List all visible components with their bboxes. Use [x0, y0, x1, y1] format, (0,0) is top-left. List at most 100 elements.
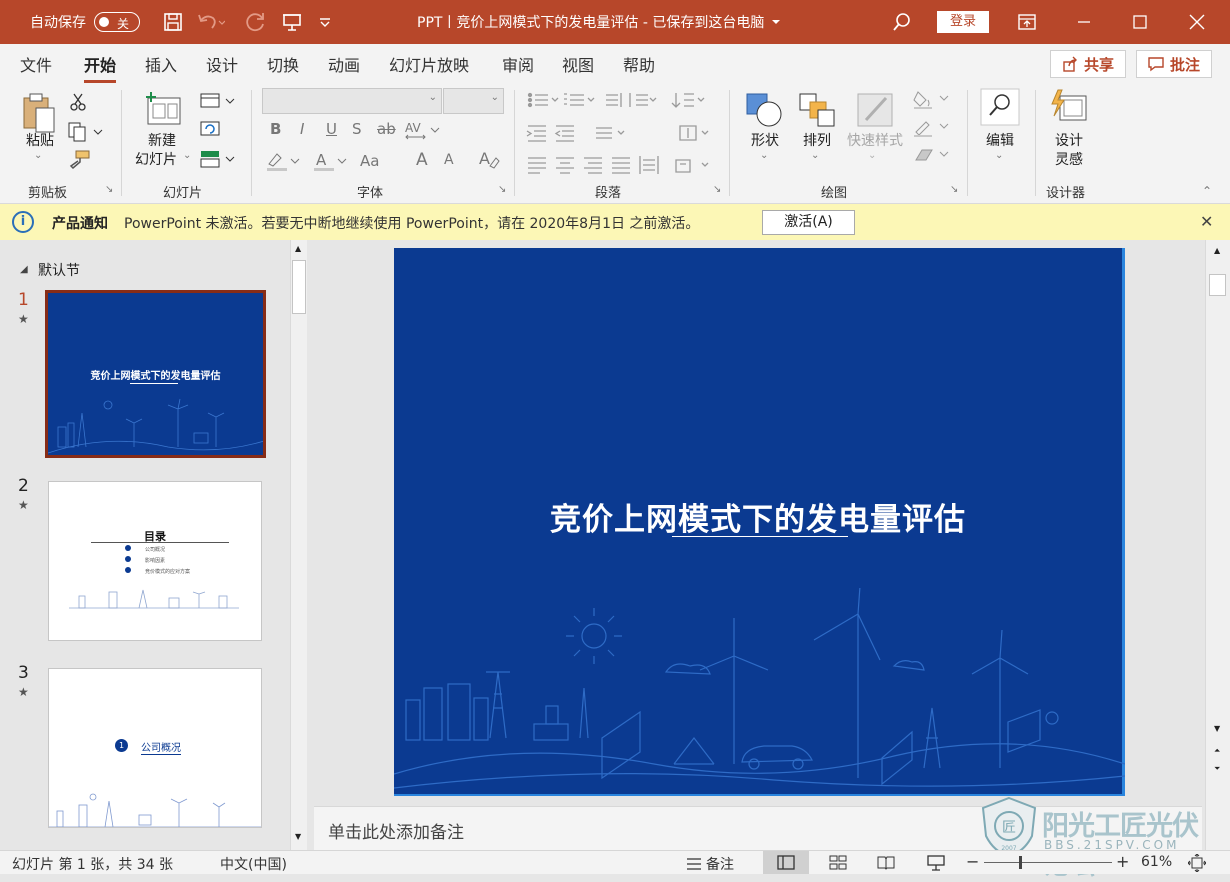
editing-label[interactable]: 编辑 — [980, 132, 1020, 150]
shapes-label[interactable]: 形状 — [744, 132, 786, 150]
slide-thumbnail-3[interactable]: 1 公司概况 — [48, 668, 262, 828]
section-icon[interactable] — [200, 150, 236, 172]
drawing-launcher-icon[interactable]: ↘ — [950, 184, 958, 195]
previous-slide-icon[interactable]: ⏶ — [1214, 746, 1220, 756]
format-painter-icon[interactable] — [68, 150, 90, 176]
ribbon-display-icon[interactable] — [1018, 10, 1036, 34]
customize-qat-icon[interactable] — [318, 10, 332, 34]
shapes-icon[interactable] — [745, 92, 785, 132]
activate-button[interactable]: 激活(A) — [762, 210, 855, 235]
login-button[interactable]: 登录 — [937, 11, 989, 33]
clear-format-icon[interactable]: A — [478, 148, 500, 174]
notes-toggle-button[interactable]: 备注 — [686, 854, 734, 874]
tab-slideshow[interactable]: 幻灯片放映 — [389, 52, 469, 76]
shadow-button[interactable]: S — [352, 120, 362, 138]
tab-transitions[interactable]: 切换 — [267, 52, 299, 76]
new-slide-icon[interactable] — [144, 92, 182, 132]
reset-icon[interactable] — [200, 120, 220, 142]
copy-icon[interactable] — [68, 122, 104, 146]
scroll-down-icon[interactable]: ▼ — [1214, 724, 1220, 733]
scroll-thumb[interactable] — [292, 260, 306, 314]
scroll-up-icon[interactable]: ▲ — [295, 244, 301, 253]
arrange-label[interactable]: 排列 — [796, 132, 838, 150]
collapse-ribbon-icon[interactable]: ⌃ — [1202, 184, 1212, 198]
undo-icon[interactable] — [197, 10, 225, 34]
next-slide-icon[interactable]: ⏷ — [1214, 764, 1220, 774]
arrange-dropdown-icon[interactable]: ⌄ — [811, 150, 819, 161]
tab-help[interactable]: 帮助 — [623, 52, 655, 76]
new-slide-dropdown-icon[interactable]: ⌄ — [183, 150, 191, 161]
quick-styles-label[interactable]: 快速样式 — [842, 132, 908, 150]
document-title[interactable]: PPT丨竞价上网模式下的发电量评估 - 已保存到这台电脑 — [417, 10, 782, 34]
comments-button[interactable]: 批注 — [1136, 50, 1212, 78]
font-size-select[interactable]: ⌄ — [443, 88, 504, 114]
tab-design[interactable]: 设计 — [206, 52, 238, 76]
notes-placeholder[interactable]: 单击此处添加备注 — [328, 818, 464, 843]
section-label[interactable]: 默认节 — [38, 260, 80, 280]
font-color-icon[interactable]: A — [312, 150, 348, 176]
fit-to-window-icon[interactable] — [1188, 854, 1206, 872]
highlight-icon[interactable] — [265, 150, 301, 176]
design-ideas-label-1[interactable]: 设计 — [1048, 132, 1090, 150]
shape-fill-icon[interactable] — [912, 90, 952, 114]
shape-effects-icon[interactable] — [912, 146, 952, 170]
slide-title[interactable]: 竞价上网模式下的发电量评估 — [394, 494, 1122, 539]
slide-thumbnail-2[interactable]: 目录 公司概况 影响因素 竞价模式的应对方案 — [48, 481, 262, 641]
quick-styles-icon[interactable] — [856, 92, 896, 132]
design-ideas-icon[interactable] — [1048, 88, 1088, 130]
design-ideas-label-2[interactable]: 灵感 — [1048, 151, 1090, 169]
tab-file[interactable]: 文件 — [20, 52, 52, 76]
zoom-in-button[interactable]: + — [1116, 852, 1129, 871]
present-icon[interactable] — [282, 10, 302, 34]
normal-view-button[interactable] — [763, 851, 809, 874]
zoom-slider-thumb[interactable] — [1019, 856, 1022, 869]
search-icon[interactable] — [892, 10, 912, 34]
language-indicator[interactable]: 中文(中国) — [220, 854, 287, 874]
change-case-button[interactable]: Aa — [360, 152, 379, 170]
close-icon[interactable] — [1189, 10, 1205, 34]
section-collapse-icon[interactable]: ◢ — [20, 264, 28, 275]
paste-label[interactable]: 粘贴 — [20, 132, 60, 150]
autosave-toggle[interactable]: 关 — [94, 12, 140, 32]
paste-dropdown-icon[interactable]: ⌄ — [34, 150, 42, 161]
bold-button[interactable]: B — [270, 120, 281, 138]
zoom-slider[interactable] — [984, 862, 1112, 863]
quick-styles-dropdown-icon[interactable]: ⌄ — [868, 150, 876, 161]
editing-search-icon[interactable] — [980, 88, 1020, 130]
paragraph-launcher-icon[interactable]: ↘ — [713, 184, 721, 195]
thumbnail-scrollbar[interactable]: ▲ ▼ — [290, 240, 307, 850]
reading-view-icon[interactable] — [877, 855, 895, 870]
arrange-icon[interactable] — [798, 92, 836, 132]
new-slide-label-2[interactable]: 幻灯片 — [130, 151, 182, 169]
layout-icon[interactable] — [200, 92, 236, 114]
tab-review[interactable]: 审阅 — [502, 52, 534, 76]
shape-outline-icon[interactable] — [912, 118, 952, 142]
save-icon[interactable] — [163, 10, 183, 34]
grow-font-button[interactable]: A — [416, 150, 428, 170]
tab-home[interactable]: 开始 — [84, 52, 117, 83]
italic-button[interactable]: I — [300, 120, 304, 138]
tab-view[interactable]: 视图 — [562, 52, 594, 76]
zoom-out-button[interactable]: − — [966, 852, 979, 871]
shapes-dropdown-icon[interactable]: ⌄ — [760, 150, 768, 161]
cut-icon[interactable] — [68, 92, 88, 116]
redo-icon[interactable] — [245, 10, 267, 34]
clipboard-launcher-icon[interactable]: ↘ — [105, 184, 113, 195]
char-spacing-icon[interactable]: AV — [405, 120, 441, 144]
shrink-font-button[interactable]: A — [444, 152, 454, 168]
minimize-icon[interactable] — [1077, 10, 1091, 34]
new-slide-label-1[interactable]: 新建 — [134, 132, 190, 150]
tab-insert[interactable]: 插入 — [145, 52, 177, 76]
slideshow-icon[interactable] — [927, 855, 945, 871]
current-slide[interactable]: 竞价上网模式下的发电量评估 — [394, 248, 1125, 796]
font-launcher-icon[interactable]: ↘ — [498, 184, 506, 195]
underline-button[interactable]: U — [326, 120, 337, 138]
slide-sorter-icon[interactable] — [829, 855, 847, 870]
slide-scrollbar[interactable]: ▲ ▼ ⏶ ⏷ — [1205, 240, 1230, 850]
close-notice-icon[interactable]: ✕ — [1200, 212, 1213, 231]
maximize-icon[interactable] — [1133, 10, 1147, 34]
slide-thumbnail-1[interactable]: 竞价上网模式下的发电量评估 — [45, 290, 266, 458]
scroll-down-icon[interactable]: ▼ — [295, 832, 301, 841]
autosave[interactable]: 自动保存 关 — [30, 10, 140, 34]
tab-animations[interactable]: 动画 — [328, 52, 360, 76]
